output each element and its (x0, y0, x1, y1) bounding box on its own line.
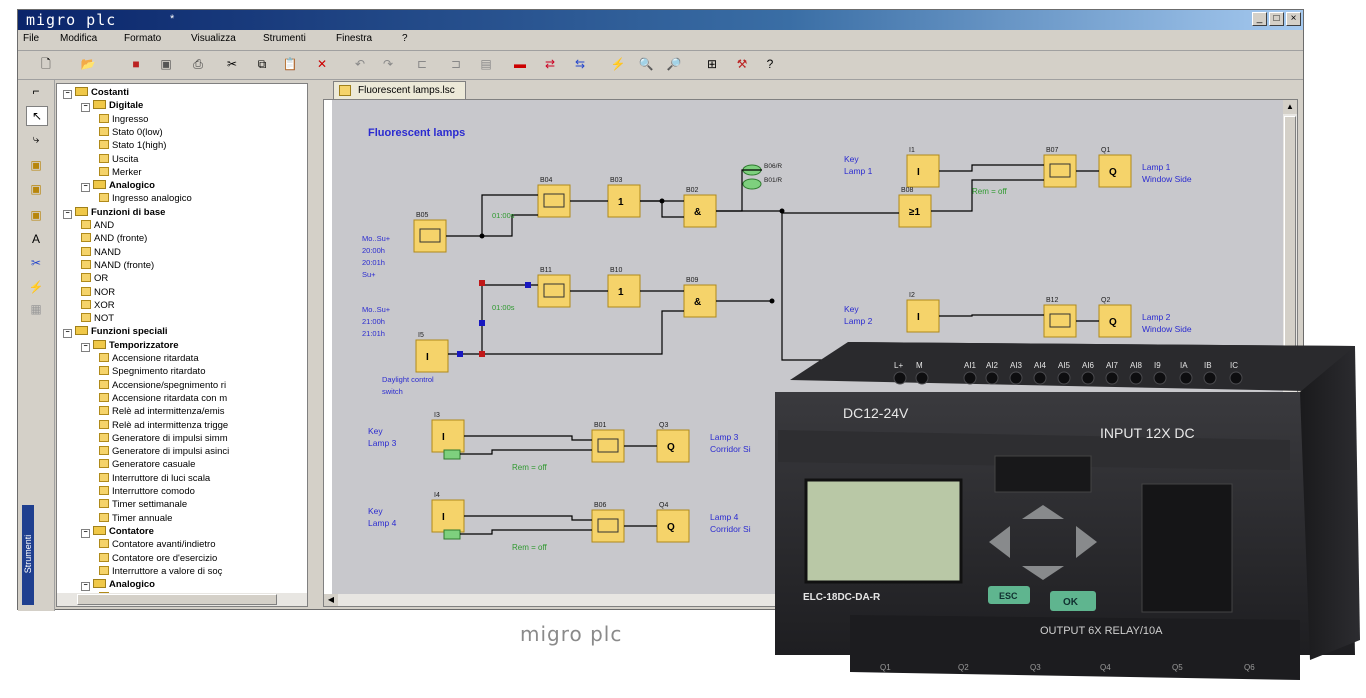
output-terminal-label: Q3 (1030, 663, 1041, 672)
terminal-screw-icon (1033, 371, 1047, 385)
terminal-screw-icon (1057, 371, 1071, 385)
terminal-screw-icon (893, 371, 907, 385)
terminal-label: AI7 (1106, 361, 1119, 370)
terminal-label: AI2 (986, 361, 999, 370)
terminal-screw-icon (1009, 371, 1023, 385)
model-label: ELC-18DC-DA-R (803, 592, 881, 603)
terminal-label: IB (1204, 361, 1212, 370)
terminal-label: AI5 (1058, 361, 1071, 370)
terminal-screw-icon (1153, 371, 1167, 385)
terminal-label: L+ (894, 361, 903, 370)
terminal-label: IA (1180, 361, 1188, 370)
terminal-label: M (916, 361, 923, 370)
terminal-label: AI3 (1010, 361, 1023, 370)
terminal-screw-icon (1203, 371, 1217, 385)
terminal-label: AI1 (964, 361, 977, 370)
terminal-screw-icon (985, 371, 999, 385)
plc-device: L+ M AI1 AI2 AI3 AI4 AI5 AI6 AI7 AI8 I9 IA IB IC DC12… (775, 342, 1360, 680)
terminal-screw-icon (1081, 371, 1095, 385)
output-terminal-label: Q6 (1244, 663, 1255, 672)
esc-key-label: ESC (999, 591, 1018, 601)
lcd-display (804, 478, 963, 584)
terminal-screw-icon (915, 371, 929, 385)
terminal-label: AI6 (1082, 361, 1095, 370)
voltage-label: DC12-24V (843, 405, 909, 421)
terminal-screw-icon (963, 371, 977, 385)
output-terminal-label: Q1 (880, 663, 891, 672)
ok-key-label: OK (1063, 597, 1079, 608)
top-cover-slot (994, 455, 1092, 493)
terminal-label: AI8 (1130, 361, 1143, 370)
memory-module-slot (1141, 483, 1233, 613)
output-label: OUTPUT 6X RELAY/10A (1040, 625, 1163, 637)
terminal-screw-icon (1229, 371, 1243, 385)
output-terminal-label: Q4 (1100, 663, 1111, 672)
terminal-label: I9 (1154, 361, 1161, 370)
input-label: INPUT 12X DC (1100, 425, 1195, 441)
terminal-label: AI4 (1034, 361, 1047, 370)
image-caption: migro plc (520, 622, 623, 646)
terminal-label: IC (1230, 361, 1238, 370)
terminal-screw-icon (1179, 371, 1193, 385)
terminal-screw-icon (1105, 371, 1119, 385)
output-terminal-label: Q2 (958, 663, 969, 672)
output-terminal-label: Q5 (1172, 663, 1183, 672)
terminal-screw-icon (1129, 371, 1143, 385)
